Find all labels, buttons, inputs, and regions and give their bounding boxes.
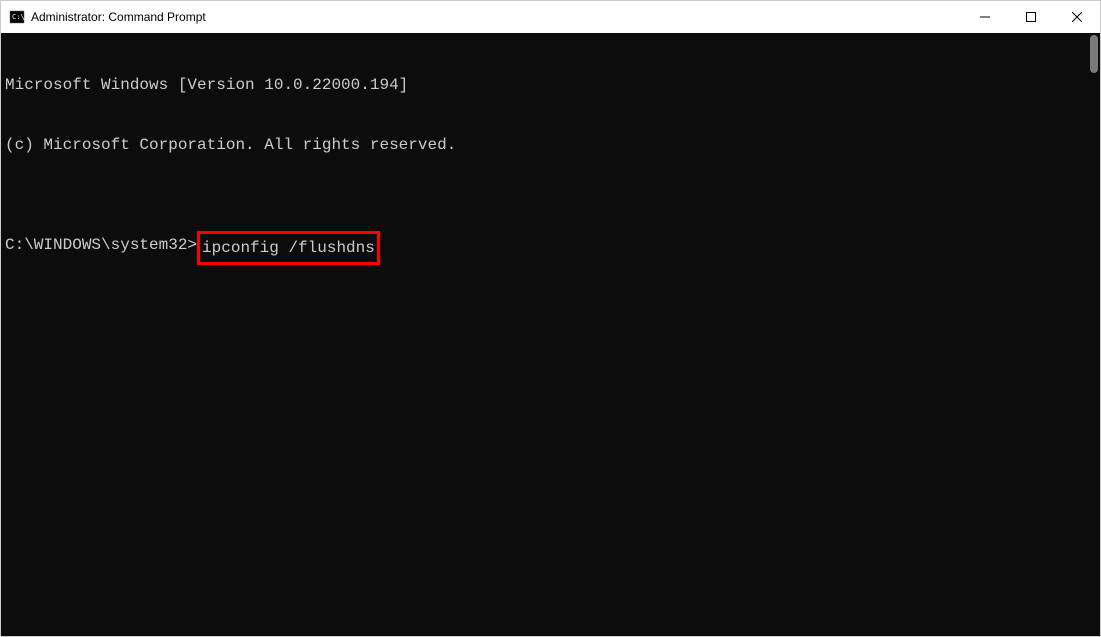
minimize-button[interactable] [962,1,1008,33]
window-title: Administrator: Command Prompt [31,10,962,24]
terminal-command: ipconfig /flushdns [202,239,375,257]
terminal-prompt: C:\WINDOWS\system32> [5,235,197,255]
terminal-output-line: Microsoft Windows [Version 10.0.22000.19… [5,75,1096,95]
terminal-output-line: (c) Microsoft Corporation. All rights re… [5,135,1096,155]
highlighted-command: ipconfig /flushdns [197,231,380,265]
svg-text:C:\: C:\ [12,13,25,21]
terminal-area[interactable]: Microsoft Windows [Version 10.0.22000.19… [1,33,1100,636]
window-controls [962,1,1100,33]
scrollbar-thumb[interactable] [1090,35,1098,73]
close-button[interactable] [1054,1,1100,33]
maximize-button[interactable] [1008,1,1054,33]
terminal-scrollbar[interactable] [1084,33,1100,636]
terminal-prompt-line: C:\WINDOWS\system32> ipconfig /flushdns [5,235,1096,261]
command-prompt-window: C:\ Administrator: Command Prompt Micros… [0,0,1101,637]
titlebar[interactable]: C:\ Administrator: Command Prompt [1,1,1100,33]
app-icon: C:\ [9,9,25,25]
